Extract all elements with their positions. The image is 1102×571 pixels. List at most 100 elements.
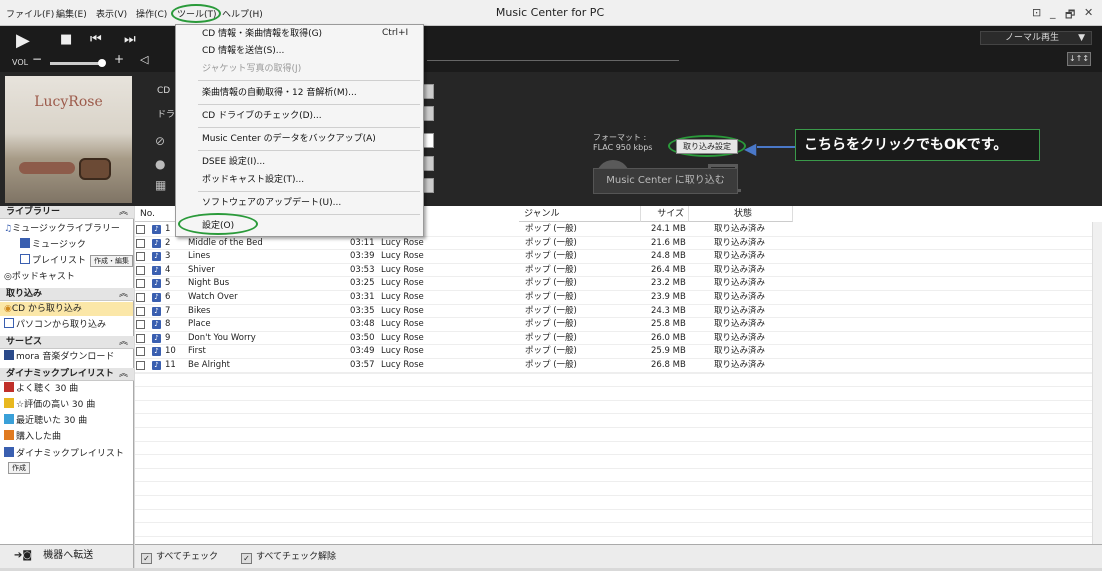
track-size: 25.8 MB	[651, 319, 686, 330]
speaker-icon[interactable]: ◁	[140, 53, 148, 66]
table-row[interactable]: ♪ 8 Place 03:48 Lucy Rose ポップ (一般) 25.8 MB 取り込み…	[135, 318, 1102, 332]
track-checkbox[interactable]	[136, 225, 145, 234]
track-checkbox[interactable]	[136, 293, 145, 302]
column-header-size[interactable]: サイズ	[641, 206, 689, 222]
sidebar-item-podcast[interactable]: ◎ポッドキャスト	[4, 270, 75, 284]
table-row[interactable]: ♪ 7 Bikes 03:35 Lucy Rose ポップ (一般) 24.3 MB 取り込み…	[135, 305, 1102, 319]
menu-operation[interactable]: 操作(C)	[136, 7, 167, 20]
track-number: 10	[165, 346, 176, 357]
artist-select[interactable]	[423, 156, 434, 171]
track-checkbox[interactable]	[136, 279, 145, 289]
chevron-up-icon[interactable]: ︽	[119, 336, 128, 348]
sidebar-item-top-rated[interactable]: ☆評価の高い 30 曲	[4, 398, 95, 412]
stop-icon[interactable]: ■	[60, 32, 72, 47]
table-row[interactable]: ♪ 5 Night Bus 03:25 Lucy Rose ポップ (一般) 23.2 MB…	[135, 277, 1102, 291]
menu-item-auto-fetch-analysis[interactable]: 楽曲情報の自動取得・12 音解析(M)...	[202, 87, 357, 99]
volume-down-icon[interactable]: −	[32, 52, 42, 66]
chevron-up-icon[interactable]: ︽	[119, 368, 128, 380]
dynamic-playlist-create-button[interactable]: 作成	[8, 462, 30, 474]
table-row[interactable]: ♪ 6 Watch Over 03:31 Lucy Rose ポップ (一般) 23.9 M…	[135, 291, 1102, 305]
menu-edit[interactable]: 編集(E)	[56, 7, 87, 20]
track-checkbox[interactable]	[136, 320, 145, 330]
genre-select[interactable]	[423, 178, 434, 193]
menu-item-check-cd-drive[interactable]: CD ドライブのチェック(D)...	[202, 110, 322, 122]
minimize-icon[interactable]: _	[1050, 6, 1056, 19]
menu-item-backup-data[interactable]: Music Center のデータをバックアップ(A)	[202, 133, 376, 145]
sidebar-item-frequent[interactable]: よく聴く 30 曲	[4, 382, 78, 396]
sidebar-item-dynamic-playlist[interactable]: ダイナミックプレイリスト作成	[4, 447, 133, 475]
menu-item-get-cd-info-shortcut: Ctrl+I	[382, 28, 409, 38]
sidebar-header-dynamic-label: ダイナミックプレイリスト	[6, 369, 114, 379]
menu-item-software-update[interactable]: ソフトウェアのアップデート(U)...	[202, 197, 341, 209]
sidebar-item-music-library[interactable]: ♫ミュージックライブラリー	[4, 222, 120, 236]
track-title: Bikes	[188, 305, 211, 316]
sidebar-item-music[interactable]: ミュージック	[20, 238, 86, 252]
track-checkbox[interactable]	[136, 333, 145, 343]
track-checkbox[interactable]	[136, 361, 145, 370]
sort-button[interactable]: ↓↑↕	[1067, 52, 1091, 66]
album-art-radio	[79, 158, 111, 180]
close-icon[interactable]: ✕	[1084, 6, 1093, 19]
sidebar-item-recent[interactable]: 最近聴いた 30 曲	[4, 414, 87, 428]
track-checkbox[interactable]	[136, 238, 145, 248]
empty-row-line	[135, 535, 1102, 537]
check-all-button[interactable]: ✓ すべてチェック	[141, 550, 218, 564]
menu-file[interactable]: ファイル(F)	[6, 7, 54, 20]
purchase-icon	[4, 430, 14, 440]
track-checkbox[interactable]	[136, 306, 145, 316]
menu-item-podcast-settings[interactable]: ポッドキャスト設定(T)...	[202, 174, 304, 186]
play-icon[interactable]: ▶	[16, 30, 30, 51]
table-row[interactable]: ♪ 2 Middle of the Bed 03:11 Lucy Rose ポップ (一般…	[135, 237, 1102, 251]
volume-knob[interactable]	[98, 59, 106, 67]
table-row[interactable]: ♪ 4 Shiver 03:53 Lucy Rose ポップ (一般) 26.4 MB 取り込…	[135, 264, 1102, 278]
next-icon[interactable]: ⏭	[124, 32, 136, 47]
menu-help[interactable]: ヘルプ(H)	[222, 7, 263, 20]
chevron-up-icon[interactable]: ︽	[119, 288, 128, 300]
sidebar-header-dynamic[interactable]: ダイナミックプレイリスト ︽	[0, 368, 134, 381]
drive-select[interactable]	[423, 106, 434, 121]
progress-line[interactable]	[427, 60, 679, 61]
album-title-field[interactable]	[423, 133, 434, 148]
track-checkbox[interactable]	[136, 265, 145, 275]
sidebar-item-mora[interactable]: mora 音楽ダウンロード	[4, 350, 114, 364]
import-to-music-center-button[interactable]: Music Center に取り込む	[593, 168, 738, 194]
music-note-icon: ♪	[152, 265, 161, 275]
volume-up-icon[interactable]: +	[114, 52, 124, 66]
menu-view[interactable]: 表示(V)	[96, 7, 127, 20]
sidebar-header-import[interactable]: 取り込み ︽	[0, 288, 134, 301]
table-row[interactable]: ♪ 10 First 03:49 Lucy Rose ポップ (一般) 25.9 MB 取り込…	[135, 345, 1102, 359]
menu-item-dsee-settings[interactable]: DSEE 設定(I)...	[202, 156, 265, 168]
track-status: 取り込み済み	[714, 332, 766, 343]
column-header-status[interactable]: 状態	[689, 206, 793, 222]
track-checkbox[interactable]	[136, 252, 145, 262]
uncheck-all-button[interactable]: ✓ すべてチェック解除	[241, 550, 336, 564]
chevron-up-icon[interactable]: ︽	[119, 206, 128, 218]
compact-mode-icon[interactable]: ⊡	[1032, 6, 1041, 19]
table-row[interactable]: ♪ 9 Don't You Worry 03:50 Lucy Rose ポップ (一般) 2…	[135, 332, 1102, 346]
playlist-edit-button[interactable]: 作成・編集	[90, 255, 134, 267]
table-row[interactable]: ♪ 11 Be Alright 03:57 Lucy Rose ポップ (一般) 26.8 …	[135, 359, 1102, 373]
previous-icon[interactable]: ⏮	[90, 32, 102, 47]
disc-title-icon: ⊘	[155, 134, 166, 148]
track-checkbox[interactable]	[136, 347, 145, 357]
sidebar-item-import-cd[interactable]: ◉CD から取り込み	[0, 302, 133, 316]
sidebar-item-import-cd-label: CD から取り込み	[11, 304, 82, 314]
transfer-to-device-button[interactable]: ➔◙ 機器へ転送	[0, 544, 134, 568]
scrollbar[interactable]	[1092, 222, 1102, 544]
sidebar-header-service[interactable]: サービス ︽	[0, 336, 134, 349]
table-row[interactable]: ♪ 3 Lines 03:39 Lucy Rose ポップ (一般) 24.8 MB 取り込み…	[135, 250, 1102, 264]
music-note-icon: ♪	[152, 293, 161, 302]
cd-info-select[interactable]	[423, 84, 434, 99]
import-settings-button[interactable]: 取り込み設定	[676, 139, 738, 154]
sidebar-item-playlist[interactable]: プレイリスト 作成・編集	[20, 254, 134, 268]
play-mode-select[interactable]: ノーマル再生 ▼	[980, 31, 1092, 45]
sidebar-item-purchased[interactable]: 購入した曲	[4, 430, 61, 444]
restore-icon[interactable]: 🗗	[1065, 6, 1075, 25]
track-artist: Lucy Rose	[381, 251, 424, 262]
menu-item-send-cd-info[interactable]: CD 情報を送信(S)...	[202, 45, 284, 57]
column-header-genre[interactable]: ジャンル	[519, 206, 641, 222]
sidebar-item-import-pc[interactable]: パソコンから取り込み	[4, 318, 106, 332]
menu-item-get-cd-info[interactable]: CD 情報・楽曲情報を取得(G)	[202, 28, 322, 40]
volume-slider[interactable]	[50, 59, 106, 67]
sidebar-header-library[interactable]: ライブラリー ︽	[0, 206, 134, 219]
